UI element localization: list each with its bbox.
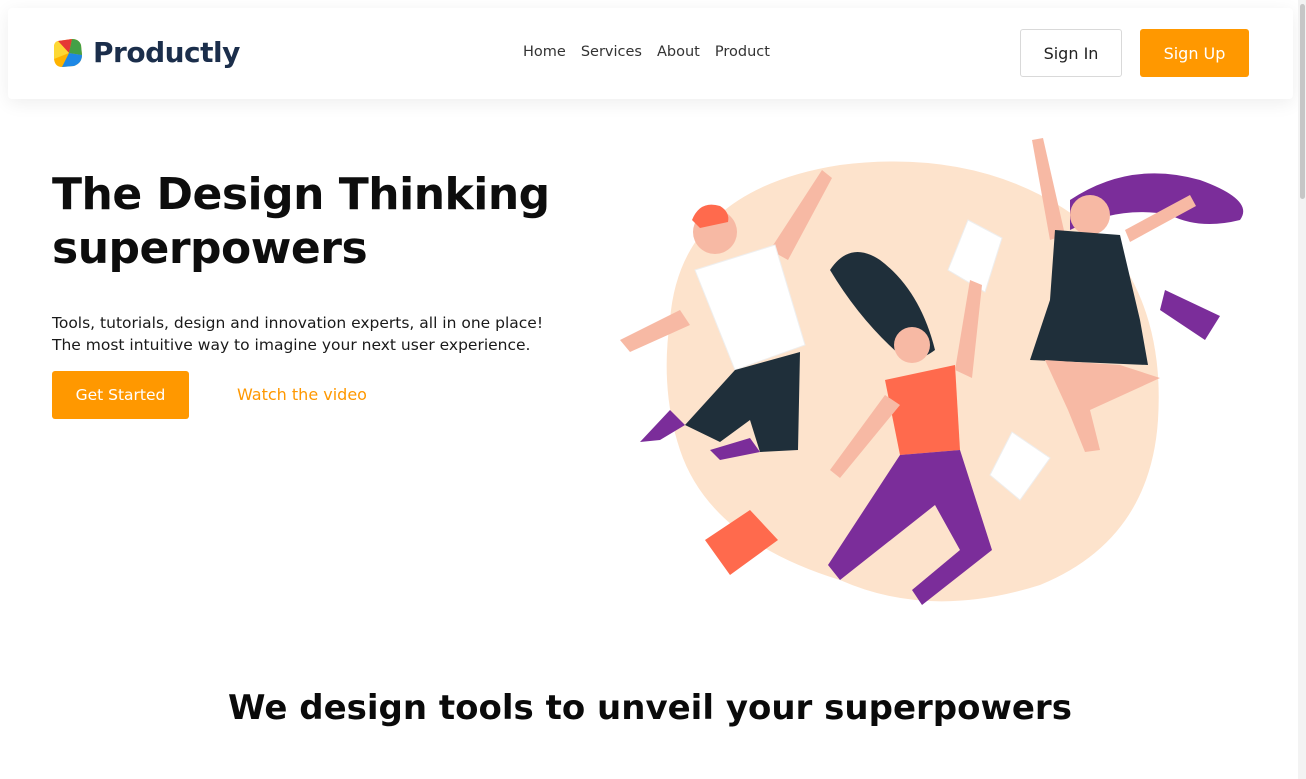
sign-in-button[interactable]: Sign In	[1020, 29, 1122, 77]
nav-product[interactable]: Product	[715, 44, 770, 60]
section-title: We design tools to unveil your superpowe…	[228, 688, 1072, 728]
top-navbar: Productly Home Services About Product Si…	[8, 8, 1293, 99]
hero-title: The Design Thinking superpowers	[52, 168, 592, 276]
page-scrollbar[interactable]	[1298, 0, 1306, 779]
nav-home[interactable]: Home	[523, 44, 566, 60]
nav-services[interactable]: Services	[581, 44, 642, 60]
brand[interactable]: Productly	[52, 36, 240, 69]
hero-title-line1: The Design Thinking	[52, 169, 550, 220]
nav-about[interactable]: About	[657, 44, 700, 60]
book-purple	[1160, 290, 1220, 340]
sign-up-button[interactable]: Sign Up	[1140, 29, 1249, 77]
main-nav: Home Services About Product	[523, 44, 785, 60]
get-started-button[interactable]: Get Started	[52, 371, 189, 419]
productly-logo-icon	[54, 38, 82, 67]
scrollbar-thumb[interactable]	[1300, 4, 1305, 199]
watch-video-link[interactable]: Watch the video	[237, 385, 367, 404]
brand-name: Productly	[93, 36, 240, 69]
jumping-people-illustration	[620, 138, 1244, 605]
hero-description: Tools, tutorials, design and innovation …	[52, 314, 544, 354]
hero-title-line2: superpowers	[52, 223, 368, 274]
